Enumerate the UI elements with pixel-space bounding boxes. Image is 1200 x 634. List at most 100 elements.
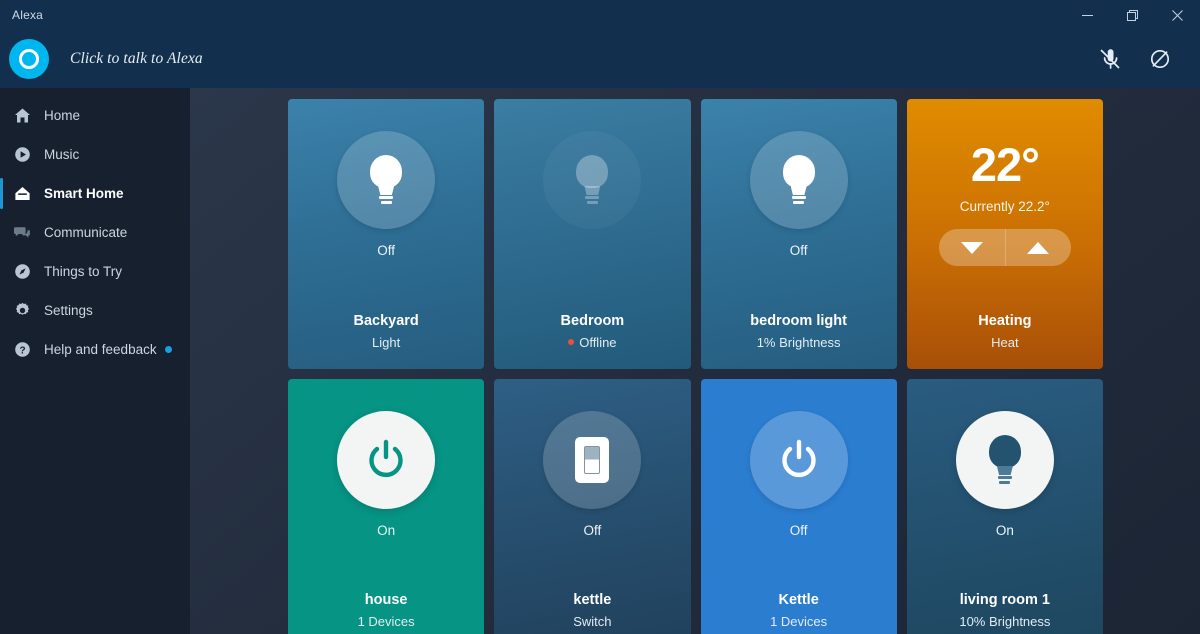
- device-toggle-button[interactable]: [543, 411, 642, 509]
- sidebar-item-label: Settings: [44, 303, 93, 318]
- sidebar-item-settings[interactable]: Settings: [0, 291, 190, 330]
- sidebar-navigation: Home Music Smart Home Communicate Things…: [0, 88, 190, 634]
- sidebar-item-label: Smart Home: [44, 186, 124, 201]
- app-header: Click to talk to Alexa: [0, 30, 1200, 88]
- device-subtitle: 1% Brightness: [756, 334, 841, 350]
- device-state: On: [995, 523, 1014, 538]
- device-toggle-button[interactable]: [749, 131, 848, 229]
- decrease-temperature-button[interactable]: [939, 229, 1005, 266]
- device-card-footer: Backyard Light: [288, 311, 484, 369]
- notifications-off-icon[interactable]: [1144, 43, 1176, 75]
- device-card-grid: Off Backyard Light Bedroom Offline Off b…: [288, 99, 1103, 634]
- sidebar-item-help-and-feedback[interactable]: ? Help and feedback: [0, 330, 190, 369]
- power-icon: [781, 439, 816, 477]
- sidebar-item-music[interactable]: Music: [0, 135, 190, 174]
- device-subtitle: 1 Devices: [770, 613, 828, 629]
- device-name: bedroom light: [750, 313, 847, 330]
- lightbulb-icon: [780, 155, 818, 205]
- device-card-footer: bedroom light 1% Brightness: [701, 311, 897, 369]
- device-card-kettle-group[interactable]: Off Kettle 1 Devices: [700, 379, 897, 634]
- sidebar-item-communicate[interactable]: Communicate: [0, 213, 190, 252]
- increase-temperature-button[interactable]: [1004, 229, 1071, 266]
- device-toggle-button[interactable]: [955, 411, 1054, 509]
- sidebar-item-things-to-try[interactable]: Things to Try: [0, 252, 190, 291]
- temperature-stepper: [938, 229, 1071, 266]
- alexa-logo-icon[interactable]: [9, 39, 49, 79]
- device-name: house: [364, 592, 408, 609]
- device-card-footer: living room 1 10% Brightness: [907, 590, 1103, 634]
- device-toggle-button[interactable]: [749, 411, 848, 509]
- target-temperature: 22°: [970, 138, 1040, 191]
- lightbulb-icon: [573, 155, 611, 205]
- device-state: Off: [789, 523, 808, 538]
- device-card-bedroom-light[interactable]: Off bedroom light 1% Brightness: [700, 99, 897, 369]
- device-card-kettle-switch[interactable]: Off kettle Switch: [494, 379, 691, 634]
- mute-microphone-icon[interactable]: [1094, 43, 1126, 75]
- sidebar-item-label: Things to Try: [44, 264, 123, 279]
- device-card-footer: Bedroom Offline: [494, 311, 690, 369]
- device-subtitle: 10% Brightness: [959, 613, 1051, 629]
- device-state: Off: [377, 243, 395, 258]
- help-icon: ?: [12, 340, 32, 360]
- device-name: Backyard: [353, 313, 419, 330]
- device-subtitle: Switch: [573, 613, 612, 629]
- smart-home-icon: [12, 184, 32, 204]
- device-name: Bedroom: [560, 313, 625, 330]
- communicate-icon: [12, 223, 32, 243]
- sidebar-item-label: Home: [44, 108, 81, 123]
- sidebar-item-label: Music: [44, 147, 80, 162]
- current-temperature: Currently 22.2°: [959, 199, 1050, 214]
- device-subtitle: 1 Devices: [357, 613, 415, 629]
- device-card-footer: Kettle 1 Devices: [701, 590, 897, 634]
- offline-status-dot: [568, 339, 575, 346]
- device-subtitle: Heat: [991, 334, 1019, 350]
- device-toggle-button[interactable]: [337, 411, 436, 509]
- device-card-footer: house 1 Devices: [288, 590, 484, 634]
- offline-label: Offline: [579, 334, 617, 350]
- alexa-app-window: Alexa Click to talk to Alexa Home Music …: [0, 0, 1200, 634]
- device-name: living room 1: [959, 592, 1050, 609]
- chevron-up-icon: [1027, 241, 1050, 254]
- switch-plate-icon: [575, 437, 610, 483]
- device-state: On: [377, 523, 396, 538]
- device-card-footer: Heating Heat: [907, 311, 1103, 369]
- device-card-house[interactable]: On house 1 Devices: [288, 379, 485, 634]
- svg-text:?: ?: [19, 345, 25, 356]
- lightbulb-icon: [986, 435, 1024, 485]
- gear-icon: [12, 301, 32, 321]
- close-button[interactable]: [1155, 0, 1200, 30]
- app-body: Home Music Smart Home Communicate Things…: [0, 88, 1200, 634]
- device-toggle-button[interactable]: [337, 131, 436, 229]
- compass-icon: [12, 262, 32, 282]
- home-icon: [12, 106, 32, 126]
- alexa-prompt-text[interactable]: Click to talk to Alexa: [70, 50, 203, 68]
- sidebar-item-smart-home[interactable]: Smart Home: [0, 174, 190, 213]
- device-card-footer: kettle Switch: [494, 590, 690, 634]
- window-title: Alexa: [12, 8, 44, 22]
- device-card-backyard[interactable]: Off Backyard Light: [288, 99, 485, 369]
- device-name: kettle: [573, 592, 612, 609]
- device-name: Kettle: [778, 592, 819, 609]
- sidebar-item-label: Help and feedback: [44, 342, 157, 357]
- minimize-button[interactable]: [1065, 0, 1110, 30]
- device-card-bedroom[interactable]: Bedroom Offline: [494, 99, 691, 369]
- power-icon: [369, 439, 403, 477]
- device-state: Off: [789, 243, 808, 258]
- sidebar-item-home[interactable]: Home: [0, 96, 190, 135]
- device-card-living-room-1[interactable]: On living room 1 10% Brightness: [906, 379, 1103, 634]
- device-card-heating[interactable]: 22° Currently 22.2° Heating Heat: [906, 99, 1103, 369]
- smart-home-content: Off Backyard Light Bedroom Offline Off b…: [190, 88, 1200, 634]
- music-play-icon: [12, 145, 32, 165]
- sidebar-item-label: Communicate: [44, 225, 128, 240]
- notification-dot: [164, 346, 172, 353]
- device-toggle-button[interactable]: [543, 131, 642, 229]
- title-bar: Alexa: [0, 0, 1200, 30]
- restore-button[interactable]: [1110, 0, 1155, 30]
- device-subtitle: Offline: [494, 333, 690, 353]
- window-controls: [1065, 0, 1200, 30]
- device-state: Off: [583, 523, 602, 538]
- alexa-logo-ring: [19, 49, 39, 69]
- device-subtitle: Light: [372, 334, 401, 350]
- device-name: Heating: [978, 313, 1032, 330]
- lightbulb-icon: [367, 155, 405, 205]
